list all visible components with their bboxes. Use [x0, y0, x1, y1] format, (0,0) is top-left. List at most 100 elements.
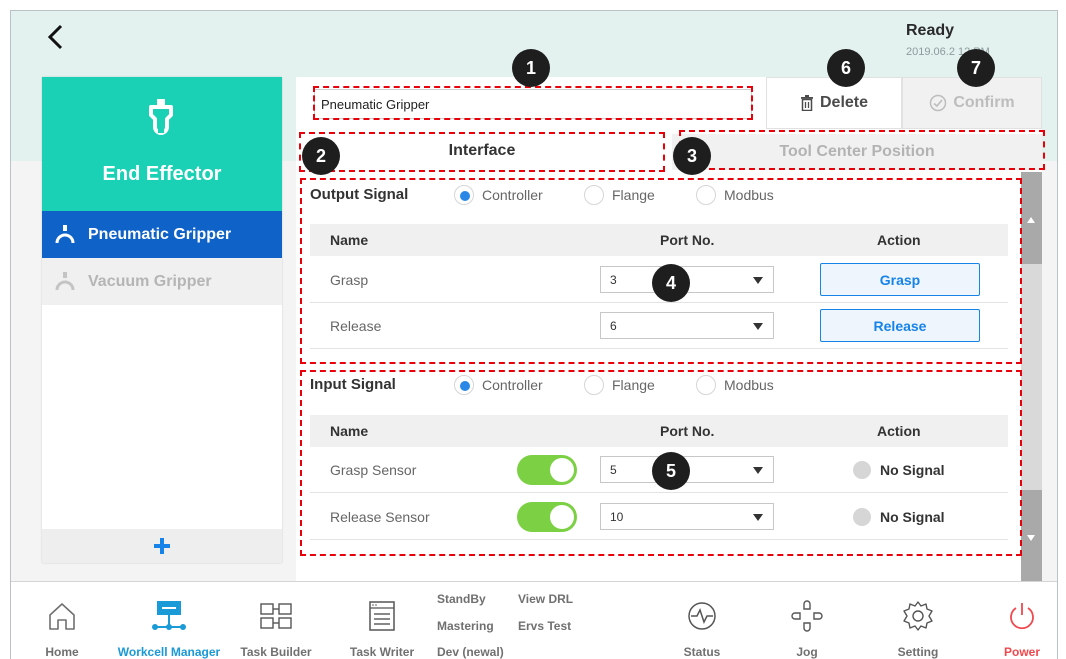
port-value: 3 [610, 273, 617, 287]
column-header-port: Port No. [660, 232, 715, 248]
nav-jog-label: Jog [796, 645, 818, 659]
nav-home-label: Home [45, 645, 79, 659]
signal-status: No Signal [853, 461, 945, 479]
output-radio-controller[interactable]: Controller [454, 185, 543, 205]
input-table-header: Name Port No. Action [310, 415, 1008, 447]
nav-status[interactable]: Status [680, 582, 724, 659]
row-name: Release Sensor [330, 509, 430, 525]
nav-task-writer[interactable]: Task Writer [347, 582, 417, 659]
trash-icon [800, 95, 814, 111]
end-effector-title: End Effector [102, 163, 222, 185]
annotation-marker-1: 1 [512, 49, 550, 87]
nav-jog[interactable]: Jog [785, 582, 829, 659]
tool-item-pneumatic-gripper[interactable]: Pneumatic Gripper [42, 211, 282, 258]
output-radio-flange[interactable]: Flange [584, 185, 655, 205]
radio-indicator [696, 375, 716, 395]
tool-item-label: Vacuum Gripper [88, 272, 212, 290]
nav-status-label: Status [683, 645, 721, 659]
column-header-action: Action [877, 232, 921, 248]
gear-icon [898, 596, 938, 636]
tool-settings-panel: Delete Confirm Interface Tool Center Pos… [296, 77, 1042, 581]
port-value: 10 [610, 510, 624, 524]
grasp-button[interactable]: Grasp [820, 263, 980, 296]
signal-status-label: No Signal [880, 509, 945, 525]
nav-task-builder[interactable]: Task Builder [240, 582, 312, 659]
input-radio-modbus[interactable]: Modbus [696, 375, 774, 395]
tab-interface[interactable]: Interface [296, 134, 668, 170]
gripper-small-icon [52, 271, 78, 293]
tool-item-label: Pneumatic Gripper [88, 225, 232, 243]
annotation-marker-2: 2 [302, 137, 340, 175]
row-name: Grasp [330, 272, 369, 288]
toggle-knob [550, 458, 574, 482]
column-header-name: Name [330, 232, 369, 248]
end-effector-panel: End Effector Pneumatic Gripper Vacuum Gr… [42, 77, 282, 563]
input-radio-controller[interactable]: Controller [454, 375, 543, 395]
confirm-label: Confirm [953, 94, 1015, 111]
nav-mastering[interactable]: Mastering [437, 619, 494, 633]
port-select[interactable]: 6 [600, 312, 774, 339]
radio-label: Controller [482, 187, 543, 203]
column-header-action: Action [877, 423, 921, 439]
nav-setting[interactable]: Setting [893, 582, 943, 659]
nav-view-drl[interactable]: View DRL [518, 592, 573, 606]
nav-standby[interactable]: StandBy [437, 592, 486, 606]
radio-label: Controller [482, 377, 543, 393]
tab-tool-center-position[interactable]: Tool Center Position [672, 134, 1042, 170]
robot-status: Ready [906, 22, 955, 39]
release-sensor-toggle[interactable] [517, 502, 577, 532]
nav-ervs-test[interactable]: Ervs Test [518, 619, 571, 633]
nav-dev[interactable]: Dev (newal) [437, 645, 504, 659]
gripper-icon [141, 97, 181, 137]
annotation-marker-3: 3 [673, 137, 711, 175]
radio-indicator [454, 375, 474, 395]
home-icon [42, 596, 82, 636]
port-value: 5 [610, 463, 617, 477]
column-header-port: Port No. [660, 423, 715, 439]
output-table-header: Name Port No. Action [310, 224, 1008, 256]
grasp-sensor-toggle[interactable] [517, 455, 577, 485]
scrollbar[interactable] [1021, 172, 1042, 581]
tool-name-input[interactable] [314, 89, 752, 119]
annotation-marker-7: 7 [957, 49, 995, 87]
dropdown-caret-icon [753, 514, 763, 521]
power-icon [1002, 596, 1042, 636]
signal-indicator-icon [853, 508, 871, 526]
scroll-up-icon[interactable] [1027, 217, 1035, 223]
row-name: Grasp Sensor [330, 462, 417, 478]
signal-status-label: No Signal [880, 462, 945, 478]
workcell-icon [149, 596, 189, 636]
check-circle-icon [929, 94, 947, 112]
radio-indicator [584, 375, 604, 395]
gripper-small-icon [52, 224, 78, 246]
nav-power[interactable]: Power [1002, 582, 1042, 659]
port-select[interactable]: 10 [600, 503, 774, 530]
scroll-down-icon[interactable] [1027, 535, 1035, 541]
delete-label: Delete [819, 94, 869, 111]
chevron-left-icon [47, 24, 63, 50]
signal-status: No Signal [853, 508, 945, 526]
nav-home[interactable]: Home [40, 582, 84, 659]
nav-workcell-manager[interactable]: Workcell Manager [111, 582, 227, 659]
plus-icon [154, 538, 170, 554]
column-header-name: Name [330, 423, 369, 439]
radio-indicator [584, 185, 604, 205]
radio-label: Modbus [724, 187, 774, 203]
add-tool-button[interactable] [42, 529, 282, 563]
radio-label: Flange [612, 187, 655, 203]
table-row: Release Sensor 10 No Signal [310, 494, 1008, 540]
end-effector-header: End Effector [42, 77, 282, 211]
release-button[interactable]: Release [820, 309, 980, 342]
input-radio-flange[interactable]: Flange [584, 375, 655, 395]
bottom-navigation: Home Workcell Manager Task Builder Task … [11, 581, 1057, 659]
nav-workcell-label: Workcell Manager [117, 645, 221, 659]
tool-item-vacuum-gripper[interactable]: Vacuum Gripper [42, 258, 282, 305]
nav-task-writer-label: Task Writer [349, 645, 415, 659]
output-radio-modbus[interactable]: Modbus [696, 185, 774, 205]
nav-task-builder-label: Task Builder [240, 645, 312, 659]
back-button[interactable] [40, 22, 70, 52]
radio-indicator [696, 185, 716, 205]
table-row: Release 6 Release [310, 303, 1008, 349]
delete-button[interactable]: Delete [766, 77, 902, 129]
annotation-marker-4: 4 [652, 264, 690, 302]
